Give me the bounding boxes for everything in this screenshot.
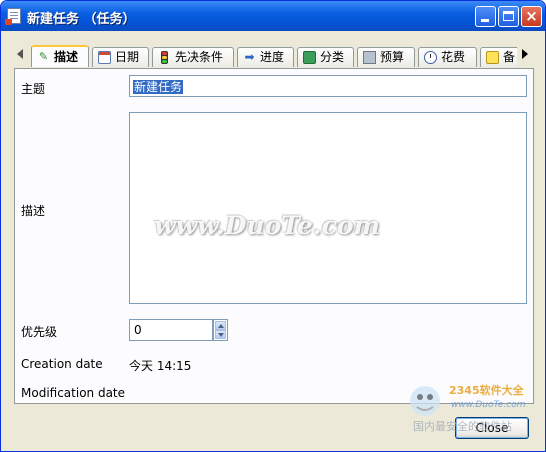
tab-scroll-right-icon[interactable] [522, 49, 528, 59]
tab-list: ✎ 描述 日期 先决条件 ➡ 进度 分类 预算 花费 备 [31, 45, 517, 67]
modification-date-label: Modification date [21, 386, 126, 400]
note-icon [486, 51, 499, 64]
site-logo-watermark: 2345软件大全 www.DuoTe.com 国内最安全的软件站 [410, 383, 526, 433]
tab-label: 日期 [115, 50, 140, 64]
spin-up-icon[interactable] [215, 321, 226, 330]
priority-label: 优先级 [21, 325, 58, 339]
tab-budget[interactable]: 预算 [357, 47, 415, 67]
tab-prerequisites[interactable]: 先决条件 [152, 47, 234, 67]
tab-label: 先决条件 [175, 50, 224, 64]
window-title: 新建任务 （任务） [27, 12, 136, 27]
tab-progress[interactable]: ➡ 进度 [237, 47, 294, 67]
document-icon [5, 8, 21, 25]
tab-effort[interactable]: 花费 [418, 47, 477, 67]
title-bar[interactable]: 新建任务 （任务） × [1, 1, 545, 31]
task-editor-window: 新建任务 （任务） × ✎ 描述 日期 先决条件 ➡ 进度 分类 预算 花费 备… [0, 0, 546, 452]
subject-label: 主题 [21, 82, 46, 96]
description-textarea[interactable] [129, 112, 527, 304]
description-label: 描述 [21, 204, 46, 218]
tab-notes[interactable]: 备 [480, 47, 517, 67]
tab-label: 预算 [380, 50, 405, 64]
creation-date-value: 今天 14:15 [129, 359, 192, 373]
calendar-icon [98, 51, 111, 64]
subject-input[interactable]: 新建任务 [129, 75, 527, 97]
tab-label: 描述 [54, 50, 79, 64]
tab-label: 进度 [260, 50, 285, 64]
arrow-right-icon: ➡ [244, 50, 255, 64]
tab-label: 花费 [441, 50, 466, 64]
tab-categories[interactable]: 分类 [297, 47, 354, 67]
maximize-icon [503, 11, 514, 21]
pencil-icon: ✎ [38, 50, 49, 63]
tab-label: 备 [503, 50, 516, 64]
priority-input[interactable]: 0 [129, 319, 213, 341]
priority-stepper [213, 319, 228, 341]
creation-date-label: Creation date [21, 357, 103, 371]
tab-description[interactable]: ✎ 描述 [31, 45, 89, 67]
logo-caption: 国内最安全的软件站 [413, 419, 512, 433]
minimize-button[interactable] [475, 6, 496, 27]
logo-brand: 2345软件大全 [449, 383, 525, 397]
calculator-icon [363, 51, 376, 64]
maximize-button[interactable] [498, 6, 519, 27]
tab-strip: ✎ 描述 日期 先决条件 ➡ 进度 分类 预算 花费 备 [13, 43, 533, 67]
box-icon [303, 51, 316, 64]
spin-down-icon[interactable] [215, 330, 226, 339]
minimize-icon [481, 19, 489, 22]
traffic-light-icon [161, 51, 168, 64]
close-icon: × [525, 7, 538, 25]
watermark-text: www.DuoTe.com [154, 211, 380, 240]
tab-dates[interactable]: 日期 [92, 47, 149, 67]
clock-icon [424, 51, 437, 64]
tab-scroll-left-icon[interactable] [17, 49, 23, 59]
logo-url: www.DuoTe.com [451, 400, 526, 410]
close-window-button[interactable]: × [521, 6, 542, 27]
tab-label: 分类 [320, 50, 345, 64]
subject-value: 新建任务 [133, 80, 184, 94]
